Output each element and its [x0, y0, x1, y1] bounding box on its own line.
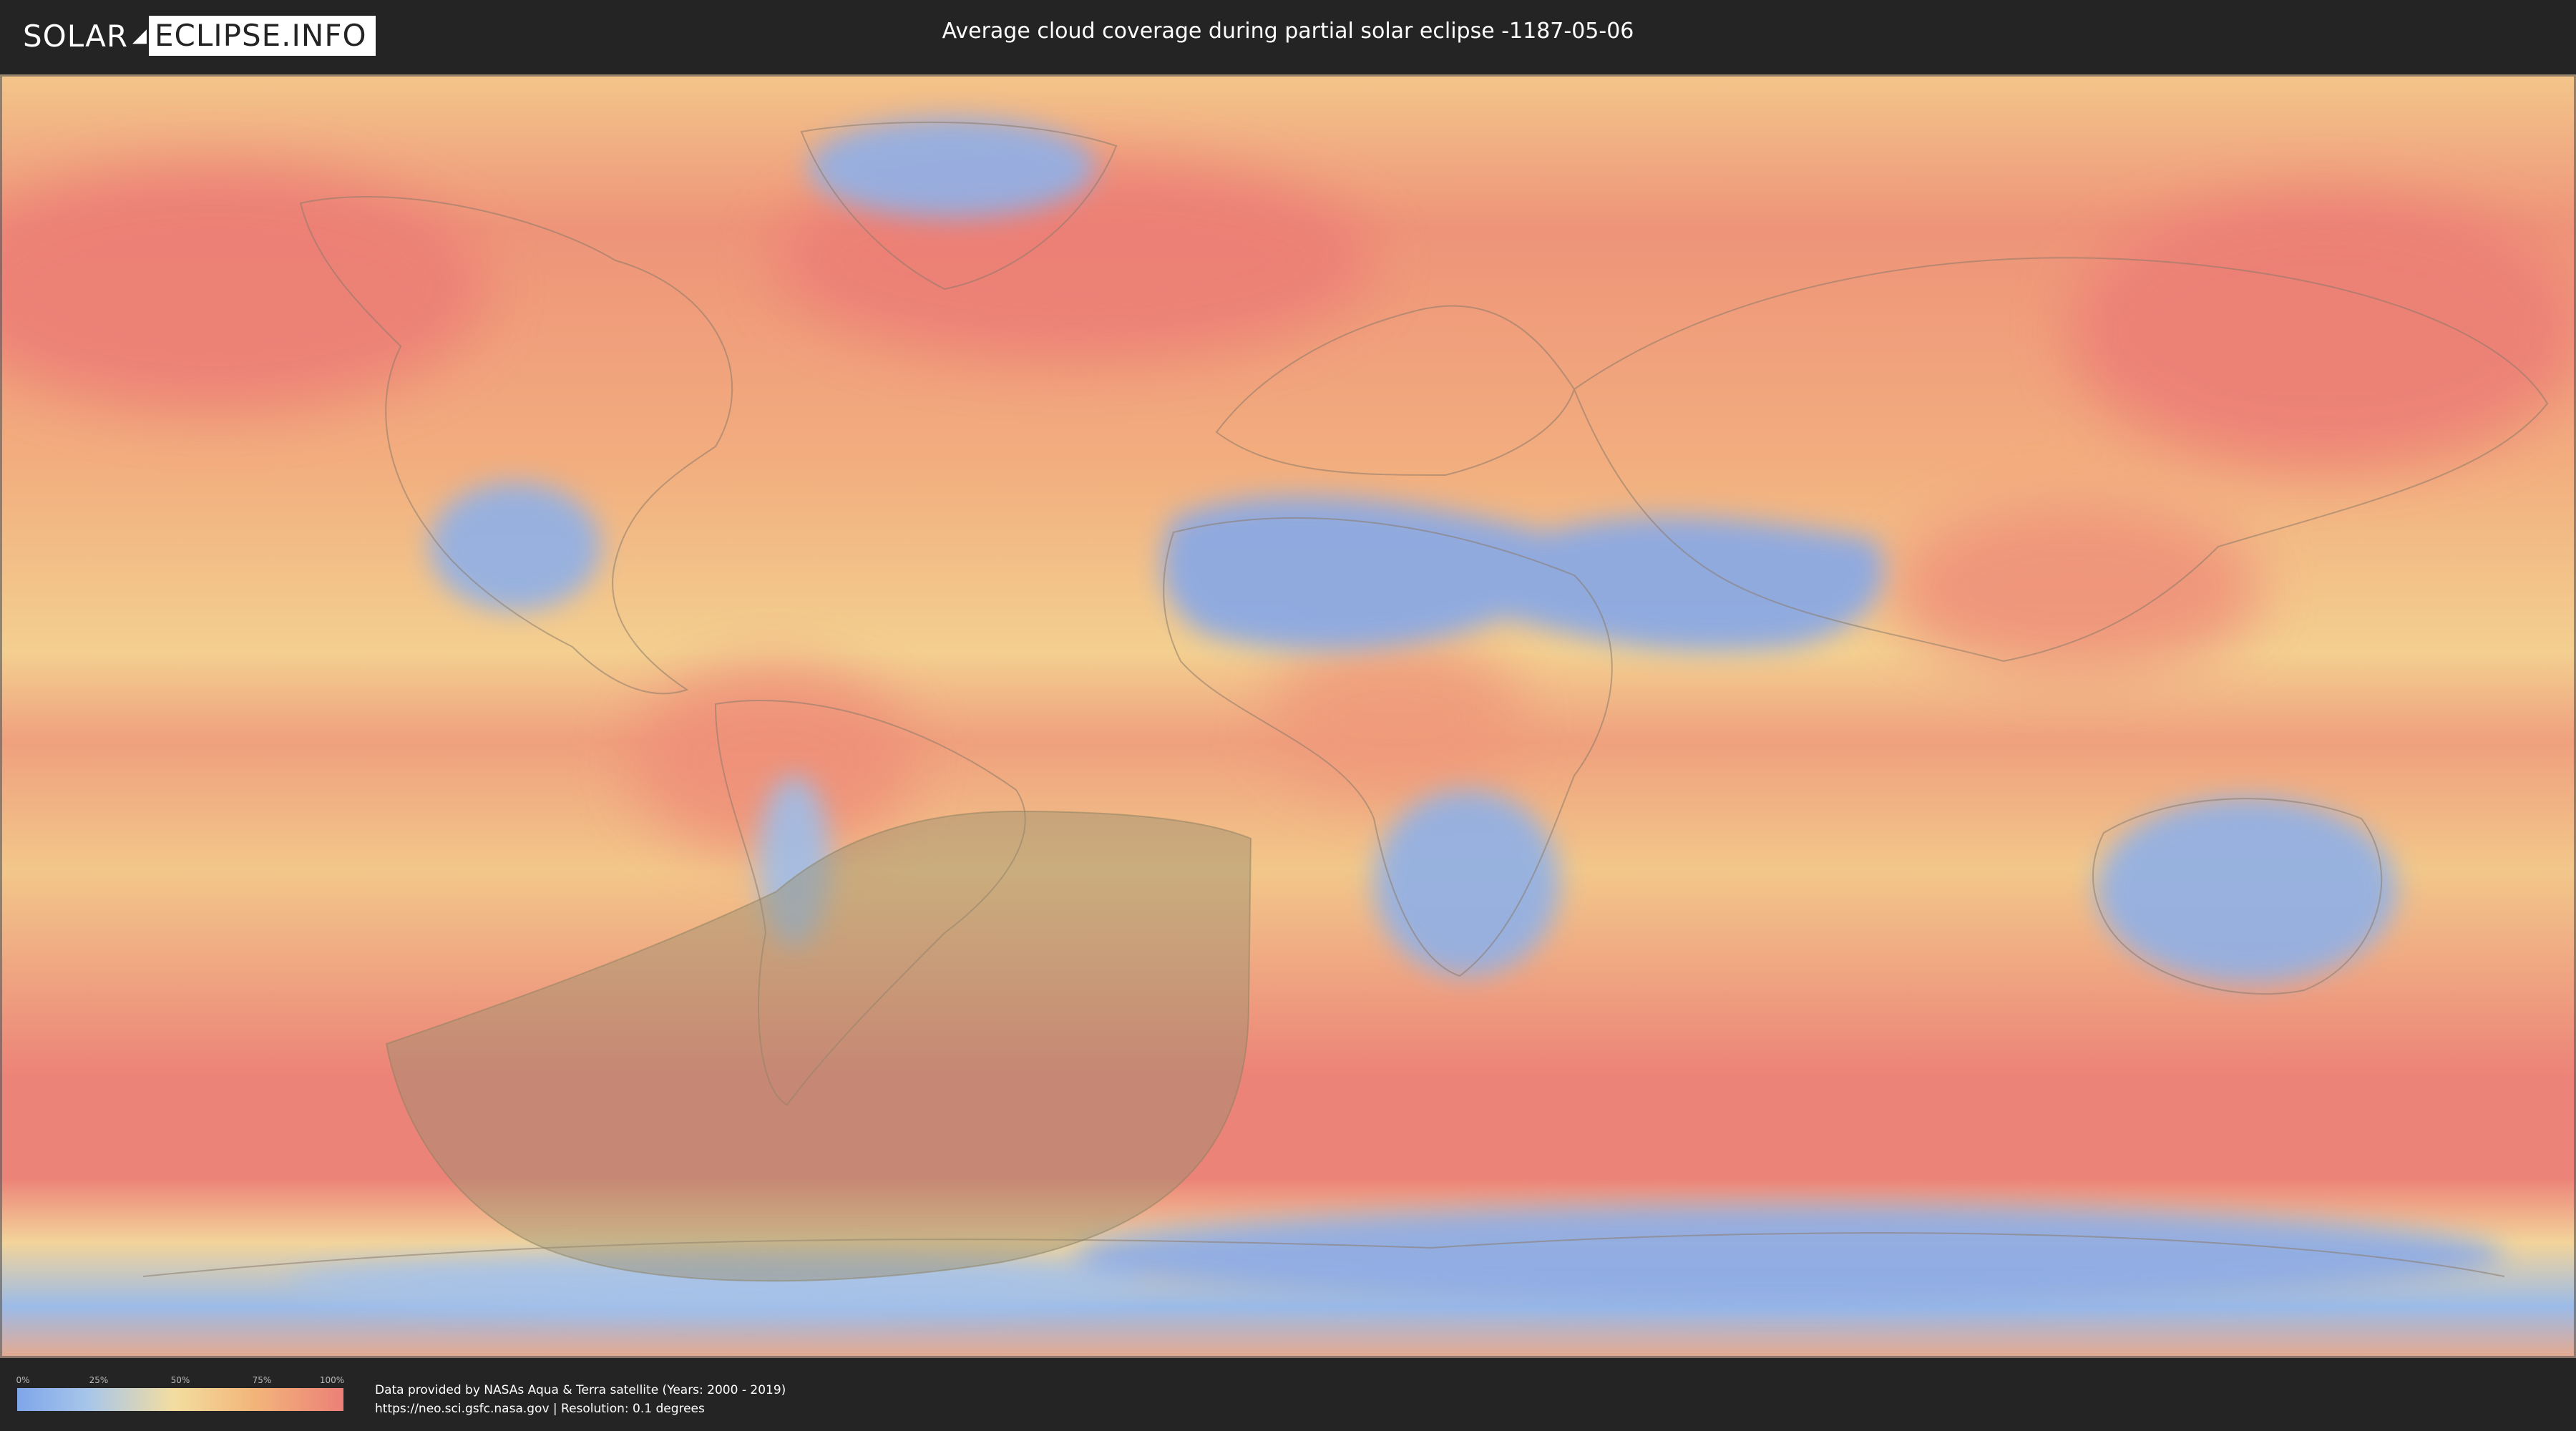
data-credits: Data provided by NASAs Aqua & Terra sate… — [375, 1381, 786, 1418]
legend-tick-25: 25% — [89, 1375, 109, 1385]
cloud-coverage-map[interactable] — [0, 74, 2576, 1358]
legend-tick-100: 100% — [319, 1375, 345, 1385]
legend-ticks: 0% 25% 50% 75% 100% — [16, 1375, 345, 1388]
cloud-coverage-legend: 0% 25% 50% 75% 100% — [16, 1375, 345, 1411]
legend-color-bar — [17, 1388, 343, 1411]
world-map-svg — [0, 74, 2576, 1358]
footer-bar: 0% 25% 50% 75% 100% Data provided by NAS… — [0, 1359, 2576, 1431]
legend-tick-50: 50% — [170, 1375, 190, 1385]
page-title: Average cloud coverage during partial so… — [942, 19, 1634, 44]
credit-line-1: Data provided by NASAs Aqua & Terra sate… — [375, 1383, 786, 1397]
header-bar: SOLAR ◢ ECLIPSE.INFO Average cloud cover… — [0, 0, 2576, 72]
credit-line-2: https://neo.sci.gsfc.nasa.gov | Resoluti… — [375, 1402, 705, 1416]
legend-tick-75: 75% — [252, 1375, 272, 1385]
legend-tick-0: 0% — [16, 1375, 30, 1385]
